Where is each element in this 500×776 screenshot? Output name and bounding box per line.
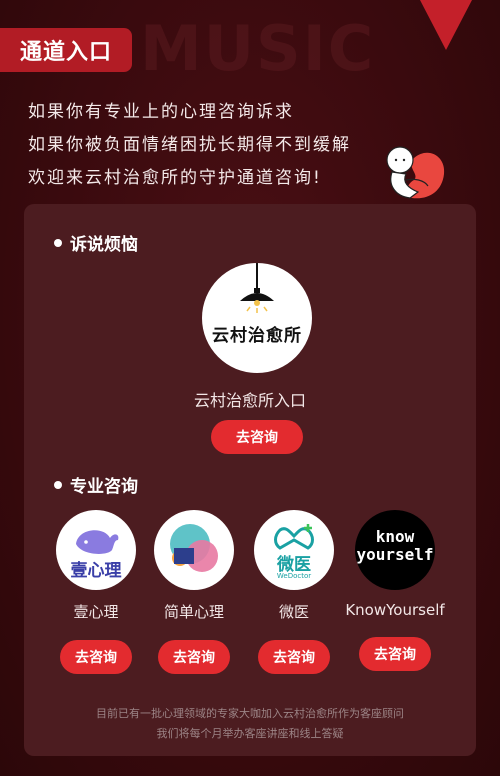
section-title-professional: 专业咨询	[54, 472, 138, 497]
yixinli-logo[interactable]: 壹心理	[56, 510, 136, 590]
yixinli-logo-text: 壹心理	[70, 561, 122, 581]
partner-name: 简单心理	[163, 603, 224, 621]
partner-name: 微医	[278, 603, 309, 621]
section-title-complaint: 诉说烦恼	[54, 230, 138, 255]
partner-weiyi: 微医 WeDoctor 微医 去咨询	[244, 510, 344, 674]
page-title: 通道入口	[0, 28, 132, 72]
intro-line: 如果你有专业上的心理咨询诉求	[28, 102, 294, 122]
partner-name: 壹心理	[73, 603, 119, 621]
jiandan-consult-button[interactable]: 去咨询	[158, 640, 230, 674]
bullet-icon	[54, 480, 62, 489]
knowyourself-logo-line1: know	[375, 527, 415, 546]
knowyourself-consult-button[interactable]: 去咨询	[359, 637, 431, 671]
bullet-icon	[54, 238, 62, 247]
intro-line: 欢迎来云村治愈所的守护通道咨询!	[28, 168, 322, 188]
corner-triangle-decoration	[420, 0, 472, 50]
logo-text: 云村治愈所	[212, 326, 302, 346]
footer-note: 目前已有一批心理领域的专家大咖加入云村治愈所作为客座顾问 我们将每个月举办客座讲…	[24, 704, 476, 744]
yixinli-consult-button[interactable]: 去咨询	[60, 640, 132, 674]
weiyi-logo-subtext: WeDoctor	[276, 572, 312, 580]
weiyi-consult-button[interactable]: 去咨询	[258, 640, 330, 674]
intro-line: 如果你被负面情绪困扰长期得不到缓解	[28, 135, 351, 155]
knowyourself-logo[interactable]: know yourself	[355, 510, 435, 590]
consult-card: 诉说烦恼 云村治愈所 云村治愈所入口 去咨询 专业咨询 壹心理 壹心理 去咨询	[24, 204, 476, 756]
partner-jiandan: 简单心理 去咨询	[144, 510, 244, 674]
knowyourself-logo-line2: yourself	[356, 545, 434, 564]
yuncun-consult-button[interactable]: 去咨询	[211, 420, 303, 454]
knowyourself-logo-text: know yourself	[355, 528, 435, 564]
partner-knowyourself: know yourself KnowYourself 去咨询	[345, 510, 445, 671]
hug-illustration-icon	[386, 146, 445, 199]
jiandan-logo[interactable]	[154, 510, 234, 590]
overlapping-circles-icon	[170, 524, 218, 572]
music-watermark: MUSIC	[140, 12, 376, 85]
footer-line: 目前已有一批心理领域的专家大咖加入云村治愈所作为客座顾问	[96, 707, 404, 720]
weiyi-logo[interactable]: 微医 WeDoctor	[254, 510, 334, 590]
footer-line: 我们将每个月举办客座讲座和线上答疑	[156, 727, 344, 740]
lamp-icon	[240, 263, 274, 313]
partner-yixinli: 壹心理 壹心理 去咨询	[46, 510, 146, 674]
yuncun-logo[interactable]: 云村治愈所	[202, 263, 312, 373]
section-title-label: 诉说烦恼	[70, 235, 138, 255]
section-title-label: 专业咨询	[70, 477, 138, 497]
partner-name: KnowYourself	[345, 601, 445, 619]
intro-text: 如果你有专业上的心理咨询诉求 如果你被负面情绪困扰长期得不到缓解 欢迎来云村治愈…	[28, 96, 351, 195]
yuncun-entry-name: 云村治愈所入口	[193, 391, 306, 410]
